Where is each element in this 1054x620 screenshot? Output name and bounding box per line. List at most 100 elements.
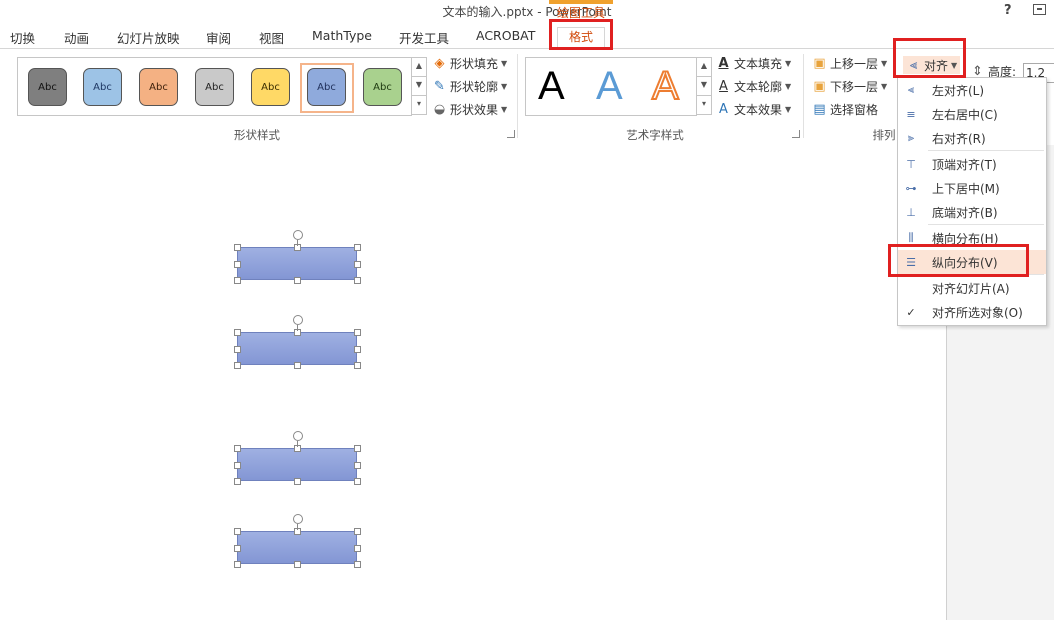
rectangle-shape[interactable] bbox=[237, 448, 357, 481]
tab-animations[interactable]: 动画 bbox=[64, 28, 89, 47]
text-effects-button[interactable]: A 文本效果 ▼ bbox=[716, 101, 791, 118]
resize-handle[interactable] bbox=[354, 561, 361, 568]
bring-forward-icon: ▣ bbox=[813, 56, 826, 71]
rotate-handle-icon[interactable] bbox=[293, 315, 303, 325]
align-menu-item[interactable]: ⊶ 上下居中(M) bbox=[898, 176, 1046, 200]
dialog-launcher-icon[interactable] bbox=[792, 130, 800, 138]
ribbon-display-options-icon[interactable] bbox=[1033, 4, 1046, 15]
resize-handle[interactable] bbox=[234, 329, 241, 336]
shape-style-swatch[interactable]: Abc bbox=[251, 68, 290, 106]
chevron-down-icon: ▼ bbox=[501, 105, 508, 114]
align-menu-item[interactable]: ⊥ 底端对齐(B) bbox=[898, 200, 1046, 224]
align-menu-item[interactable]: ≡ 左右居中(C) bbox=[898, 102, 1046, 126]
chevron-down-icon: ▼ bbox=[501, 82, 508, 91]
paint-bucket-icon: ◈ bbox=[434, 56, 445, 71]
resize-handle[interactable] bbox=[234, 244, 241, 251]
align-menu-item[interactable]: ⫸ 右对齐(R) bbox=[898, 126, 1046, 150]
tab-mathtype[interactable]: MathType bbox=[312, 28, 372, 43]
shape-fill bbox=[237, 247, 357, 280]
rotation-stem bbox=[297, 524, 298, 530]
tab-slideshow[interactable]: 幻灯片放映 bbox=[117, 28, 180, 47]
rotate-handle-icon[interactable] bbox=[293, 431, 303, 441]
align-menu-item[interactable]: ⊤ 顶端对齐(T) bbox=[898, 152, 1046, 176]
align-middle-icon: ⊶ bbox=[905, 181, 917, 195]
tab-view[interactable]: 视图 bbox=[259, 28, 284, 47]
shape-style-swatch[interactable]: Abc bbox=[139, 68, 178, 106]
wordart-sample[interactable]: A bbox=[596, 64, 623, 108]
resize-handle[interactable] bbox=[354, 260, 361, 268]
resize-handle[interactable] bbox=[354, 478, 361, 485]
text-outline-button[interactable]: A 文本轮廓 ▼ bbox=[716, 78, 791, 95]
tab-transitions[interactable]: 切换 bbox=[10, 28, 35, 47]
gallery-scroll-up-icon[interactable]: ▲ bbox=[411, 57, 427, 77]
resize-handle[interactable] bbox=[234, 544, 241, 552]
resize-handle[interactable] bbox=[234, 277, 241, 284]
resize-handle[interactable] bbox=[294, 478, 301, 485]
resize-handle[interactable] bbox=[354, 445, 361, 452]
resize-handle[interactable] bbox=[234, 561, 241, 568]
shape-style-swatch[interactable]: Abc bbox=[363, 68, 402, 106]
resize-handle[interactable] bbox=[234, 362, 241, 369]
rectangle-shape[interactable] bbox=[237, 531, 357, 564]
resize-handle[interactable] bbox=[234, 345, 241, 353]
text-fill-button[interactable]: A 文本填充 ▼ bbox=[716, 55, 791, 72]
format-tab-highlight bbox=[549, 19, 613, 50]
bring-forward-button[interactable]: ▣ 上移一层 ▼ bbox=[812, 55, 887, 72]
shape-fill bbox=[237, 332, 357, 365]
rotate-handle-icon[interactable] bbox=[293, 514, 303, 524]
rotation-stem bbox=[297, 240, 298, 246]
slide-canvas[interactable] bbox=[0, 145, 946, 620]
tab-developer[interactable]: 开发工具 bbox=[399, 28, 449, 47]
wordart-sample[interactable]: A bbox=[651, 63, 680, 109]
resize-handle[interactable] bbox=[234, 528, 241, 535]
selection-pane-button[interactable]: ▤ 选择窗格 bbox=[812, 101, 878, 118]
resize-handle[interactable] bbox=[294, 277, 301, 284]
selected-style-frame bbox=[300, 63, 354, 113]
group-divider bbox=[517, 54, 518, 138]
tab-acrobat[interactable]: ACROBAT bbox=[476, 28, 535, 43]
align-menu-item-label: 左对齐(L) bbox=[932, 83, 985, 98]
dialog-launcher-icon[interactable] bbox=[507, 130, 515, 138]
resize-handle[interactable] bbox=[354, 544, 361, 552]
resize-handle[interactable] bbox=[354, 528, 361, 535]
resize-handle[interactable] bbox=[354, 362, 361, 369]
shape-fill-label: 形状填充 bbox=[450, 57, 499, 71]
align-menu-item[interactable]: ⫷ 左对齐(L) bbox=[898, 78, 1046, 102]
shape-style-swatch[interactable]: Abc bbox=[83, 68, 122, 106]
send-backward-button[interactable]: ▣ 下移一层 ▼ bbox=[812, 78, 887, 95]
align-menu-item-label: 对齐所选对象(O) bbox=[932, 305, 1023, 320]
resize-handle[interactable] bbox=[234, 445, 241, 452]
gallery-scroll-down-icon[interactable]: ▼ bbox=[411, 76, 427, 96]
resize-handle[interactable] bbox=[354, 329, 361, 336]
resize-handle[interactable] bbox=[294, 561, 301, 568]
wordart-more-icon[interactable]: ▾ bbox=[696, 95, 712, 115]
shape-style-swatch[interactable]: Abc bbox=[195, 68, 234, 106]
wordart-scroll-up-icon[interactable]: ▲ bbox=[696, 57, 712, 77]
shape-style-swatch[interactable]: Abc bbox=[28, 68, 67, 106]
tab-review[interactable]: 审阅 bbox=[206, 28, 231, 47]
resize-handle[interactable] bbox=[234, 461, 241, 469]
gallery-more-icon[interactable]: ▾ bbox=[411, 95, 427, 115]
resize-handle[interactable] bbox=[354, 461, 361, 469]
rectangle-shape[interactable] bbox=[237, 332, 357, 365]
rotate-handle-icon[interactable] bbox=[293, 230, 303, 240]
resize-handle[interactable] bbox=[294, 362, 301, 369]
resize-handle[interactable] bbox=[234, 478, 241, 485]
resize-handle[interactable] bbox=[354, 345, 361, 353]
wordart-sample[interactable]: A bbox=[538, 64, 565, 108]
help-button[interactable]: ? bbox=[1004, 3, 1012, 18]
shape-fill-button[interactable]: ◈ 形状填充 ▼ bbox=[432, 55, 508, 72]
selection-pane-label: 选择窗格 bbox=[830, 103, 879, 117]
distribute-vertical-highlight bbox=[888, 244, 1029, 277]
menu-separator bbox=[928, 224, 1044, 225]
resize-handle[interactable] bbox=[354, 277, 361, 284]
rectangle-shape[interactable] bbox=[237, 247, 357, 280]
align-menu-item[interactable]: ✓ 对齐所选对象(O) bbox=[898, 300, 1046, 324]
send-backward-label: 下移一层 bbox=[830, 80, 879, 94]
resize-handle[interactable] bbox=[354, 244, 361, 251]
resize-handle[interactable] bbox=[234, 260, 241, 268]
align-menu-item[interactable]: 对齐幻灯片(A) bbox=[898, 276, 1046, 300]
wordart-scroll-down-icon[interactable]: ▼ bbox=[696, 76, 712, 96]
shape-outline-button[interactable]: ✎ 形状轮廓 ▼ bbox=[432, 78, 507, 95]
shape-effects-button[interactable]: ◒ 形状效果 ▼ bbox=[432, 101, 507, 118]
